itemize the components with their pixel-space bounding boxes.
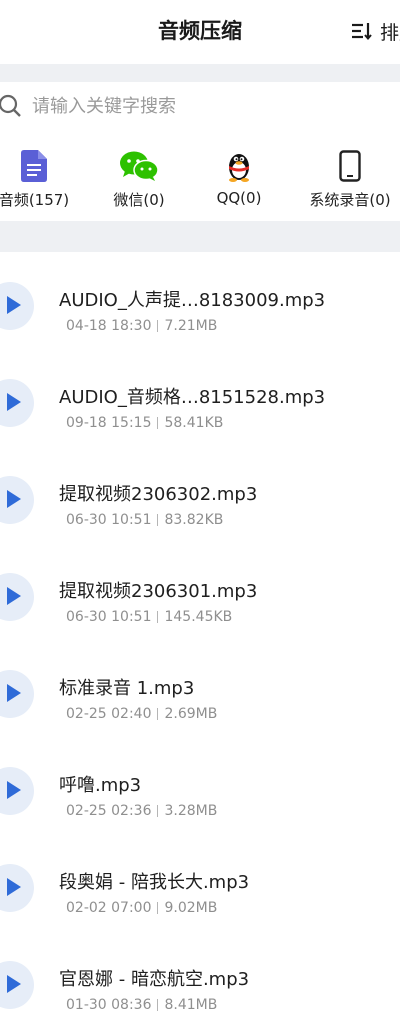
file-date: 02-25 02:40 — [66, 706, 152, 722]
file-meta: 02-02 07:00 9.02MB — [66, 900, 217, 916]
file-name: 官恩娜 - 暗恋航空.mp3 — [59, 969, 250, 990]
file-meta: 02-25 02:36 3.28MB — [66, 803, 217, 819]
file-date: 09-18 15:15 — [66, 415, 152, 431]
play-button[interactable] — [0, 379, 34, 427]
file-meta: 06-30 10:51 145.45KB — [66, 609, 232, 625]
category-system-recording-label: 系统录音(0) — [309, 191, 391, 209]
file-date: 06-30 10:51 — [66, 512, 152, 528]
category-qq[interactable]: QQ(0) — [179, 130, 299, 221]
meta-divider — [157, 320, 159, 332]
file-size: 7.21MB — [164, 318, 218, 334]
file-date: 04-18 18:30 — [66, 318, 152, 334]
file-size: 58.41KB — [164, 415, 224, 431]
file-size: 9.02MB — [164, 900, 218, 916]
list-item[interactable]: AUDIO_音频格…8151528.mp3 09-18 15:15 58.41K… — [0, 349, 400, 446]
play-icon — [7, 684, 21, 702]
page-title: 音频压缩 — [158, 19, 242, 43]
category-bar: 音频(157) 微信(0) QQ(0) 系统录音(0) — [0, 130, 400, 221]
file-date: 06-30 10:51 — [66, 609, 152, 625]
file-name: 段奥娟 - 陪我长大.mp3 — [59, 872, 250, 893]
file-size: 83.82KB — [164, 512, 224, 528]
list-item[interactable]: 呼噜.mp3 02-25 02:36 3.28MB — [0, 737, 400, 834]
meta-divider — [157, 902, 159, 914]
meta-divider — [157, 999, 159, 1011]
file-size: 3.28MB — [164, 803, 218, 819]
list-item[interactable]: AUDIO_人声提…8183009.mp3 04-18 18:30 7.21MB — [0, 252, 400, 349]
play-button[interactable] — [0, 961, 34, 1009]
meta-divider — [157, 805, 159, 817]
file-name: 标准录音 1.mp3 — [59, 678, 195, 699]
top-bar: 音频压缩 排序 — [0, 0, 400, 64]
file-meta: 04-18 18:30 7.21MB — [66, 318, 217, 334]
meta-divider — [157, 514, 159, 526]
phone-icon — [339, 150, 361, 182]
file-date: 02-25 02:36 — [66, 803, 152, 819]
meta-divider — [157, 417, 159, 429]
sort-icon — [352, 23, 372, 41]
play-icon — [7, 878, 21, 896]
category-qq-label: QQ(0) — [216, 189, 262, 207]
meta-divider — [157, 708, 159, 720]
play-button[interactable] — [0, 864, 34, 912]
play-icon — [7, 296, 21, 314]
meta-divider — [157, 611, 159, 623]
search-bar[interactable] — [0, 82, 400, 130]
play-button[interactable] — [0, 573, 34, 621]
audio-file-icon — [21, 150, 47, 182]
list-item[interactable]: 标准录音 1.mp3 02-25 02:40 2.69MB — [0, 640, 400, 737]
search-input[interactable] — [30, 94, 374, 118]
file-name: 呼噜.mp3 — [59, 775, 142, 796]
file-date: 02-02 07:00 — [66, 900, 152, 916]
play-icon — [7, 975, 21, 993]
file-meta: 02-25 02:40 2.69MB — [66, 706, 217, 722]
play-icon — [7, 587, 21, 605]
file-name: AUDIO_音频格…8151528.mp3 — [59, 387, 326, 408]
file-name: AUDIO_人声提…8183009.mp3 — [59, 290, 326, 311]
list-item[interactable]: 段奥娟 - 陪我长大.mp3 02-02 07:00 9.02MB — [0, 834, 400, 931]
play-button[interactable] — [0, 670, 34, 718]
play-button[interactable] — [0, 767, 34, 815]
sort-button[interactable]: 排序 — [350, 16, 400, 46]
list-item[interactable]: 提取视频2306301.mp3 06-30 10:51 145.45KB — [0, 543, 400, 640]
play-icon — [7, 781, 21, 799]
file-name: 提取视频2306301.mp3 — [59, 581, 258, 602]
play-icon — [7, 393, 21, 411]
play-icon — [7, 490, 21, 508]
file-meta: 09-18 15:15 58.41KB — [66, 415, 223, 431]
play-button[interactable] — [0, 282, 34, 330]
file-size: 2.69MB — [164, 706, 218, 722]
file-name: 提取视频2306302.mp3 — [59, 484, 258, 505]
file-size: 145.45KB — [164, 609, 233, 625]
qq-penguin-icon — [229, 154, 249, 182]
wechat-icon — [120, 151, 159, 181]
list-item[interactable]: 官恩娜 - 暗恋航空.mp3 01-30 08:36 8.41MB — [0, 931, 400, 1028]
play-button[interactable] — [0, 476, 34, 524]
search-icon — [0, 94, 21, 117]
list-item[interactable]: 提取视频2306302.mp3 06-30 10:51 83.82KB — [0, 446, 400, 543]
file-meta: 06-30 10:51 83.82KB — [66, 512, 223, 528]
sort-label: 排序 — [380, 21, 400, 44]
category-system-recording[interactable]: 系统录音(0) — [290, 130, 400, 221]
